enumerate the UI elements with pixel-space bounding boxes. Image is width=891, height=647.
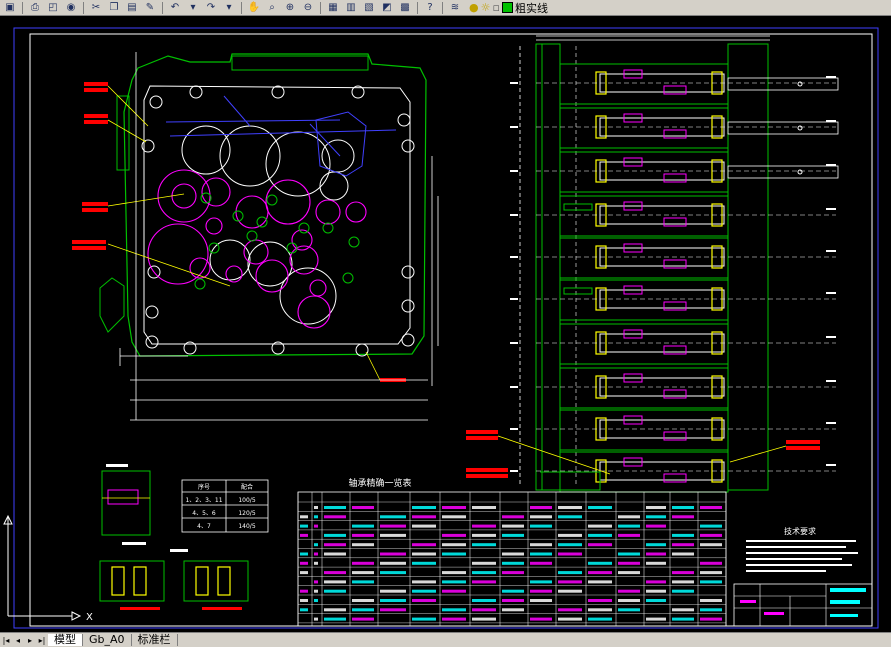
section-notes	[466, 430, 820, 491]
layer-control[interactable]: ● ☼ ▫ 粗实线	[469, 0, 548, 16]
tab-next-icon[interactable]: ▸	[24, 634, 36, 646]
undo-icon[interactable]: ↶	[167, 1, 183, 15]
fit-table-cell: 4、5、6	[192, 510, 216, 517]
drawing-frame	[29, 33, 873, 627]
tab-last-icon[interactable]: ▸|	[36, 634, 48, 646]
ucs-x-label: X	[86, 612, 93, 623]
standard-toolbar: ▣ ⎙ ◰ ◉ ✂ ❐ ▤ ✎ ↶ ▾ ↷ ▾ ✋ ⌕ ⊕ ⊖ ▦ ▥ ▧ ◩ …	[0, 0, 891, 16]
pan-icon[interactable]: ✋	[246, 1, 262, 15]
tech-req-title: 技术要求	[784, 526, 816, 536]
shaft-row	[510, 107, 839, 149]
match-properties-icon[interactable]: ✎	[142, 1, 158, 15]
title-block	[733, 583, 873, 627]
tab-first-icon[interactable]: |◂	[0, 634, 12, 646]
current-layer-name: 粗实线	[514, 1, 548, 15]
redo-dropdown-icon[interactable]: ▾	[221, 1, 237, 15]
preview-icon[interactable]: ◰	[45, 1, 61, 15]
fit-table-cell: 100/5	[238, 497, 255, 504]
toolbar-separator	[320, 1, 321, 14]
layers-icon[interactable]: ≋	[447, 1, 463, 15]
redo-icon[interactable]: ↷	[203, 1, 219, 15]
tab-model[interactable]: 模型	[48, 634, 83, 646]
markup-icon[interactable]: ◩	[379, 1, 395, 15]
shaft-row	[510, 195, 836, 237]
lightbulb-icon[interactable]: ●	[469, 1, 479, 14]
undo-dropdown-icon[interactable]: ▾	[185, 1, 201, 15]
fit-table: 序号 配合 1、2、3、11 100/5 4、5、6 120/5 4、7 140…	[181, 479, 269, 533]
fit-table-cell: 1、2、3、11	[185, 497, 222, 504]
shaft-row	[510, 63, 839, 105]
cut-icon[interactable]: ✂	[88, 1, 104, 15]
paste-icon[interactable]: ▤	[124, 1, 140, 15]
lock-icon[interactable]: ▫	[492, 1, 499, 14]
toolbar-separator	[22, 1, 23, 14]
fit-table-header-1: 配合	[241, 483, 253, 491]
toolbar-separator	[417, 1, 418, 14]
help-icon[interactable]: ?	[422, 1, 438, 15]
shaft-row	[510, 237, 836, 279]
sun-icon[interactable]: ☼	[481, 1, 491, 14]
fit-table-cell: 140/5	[238, 523, 255, 530]
tool-palettes-icon[interactable]: ▧	[361, 1, 377, 15]
zoom-realtime-icon[interactable]: ⌕	[264, 1, 280, 15]
toolbar-separator	[162, 1, 163, 14]
design-center-icon[interactable]: ▥	[343, 1, 359, 15]
fit-table-header-0: 序号	[198, 483, 210, 491]
properties-icon[interactable]: ▦	[325, 1, 341, 15]
layer-color-swatch	[501, 2, 513, 13]
shaft-rows	[510, 63, 839, 493]
print-icon[interactable]: ⎙	[27, 1, 43, 15]
ucs-icon: X	[3, 514, 93, 623]
zoom-window-icon[interactable]: ⊕	[282, 1, 298, 15]
fit-table-cell: 120/5	[238, 510, 255, 517]
save-icon[interactable]: ▣	[2, 1, 18, 15]
shaft-row	[510, 279, 836, 321]
zoom-previous-icon[interactable]: ⊖	[300, 1, 316, 15]
drawing-canvas[interactable]: 序号 配合 1、2、3、11 100/5 4、5、6 120/5 4、7 140…	[0, 16, 891, 632]
shaft-row	[510, 367, 836, 409]
technical-requirements: 技术要求	[746, 526, 858, 572]
tab-layout-gb-a0[interactable]: Gb_A0	[83, 634, 132, 646]
layout-tabs: |◂ ◂ ▸ ▸| 模型 Gb_A0 标准栏	[0, 632, 891, 647]
shaft-row	[510, 151, 839, 193]
shaft-row	[510, 323, 836, 365]
bearing-table: 轴承精确一览表	[297, 477, 727, 627]
toolbar-separator	[241, 1, 242, 14]
tab-layout-standard[interactable]: 标准栏	[132, 634, 178, 646]
copy-icon[interactable]: ❐	[106, 1, 122, 15]
toolbar-separator	[442, 1, 443, 14]
calculator-icon[interactable]: ▩	[397, 1, 413, 15]
toolbar-separator	[83, 1, 84, 14]
fit-table-cell: 4、7	[197, 523, 211, 530]
publish-icon[interactable]: ◉	[63, 1, 79, 15]
gearbox-front-view	[72, 52, 439, 421]
tab-prev-icon[interactable]: ◂	[12, 634, 24, 646]
bearing-table-title: 轴承精确一览表	[348, 477, 411, 489]
